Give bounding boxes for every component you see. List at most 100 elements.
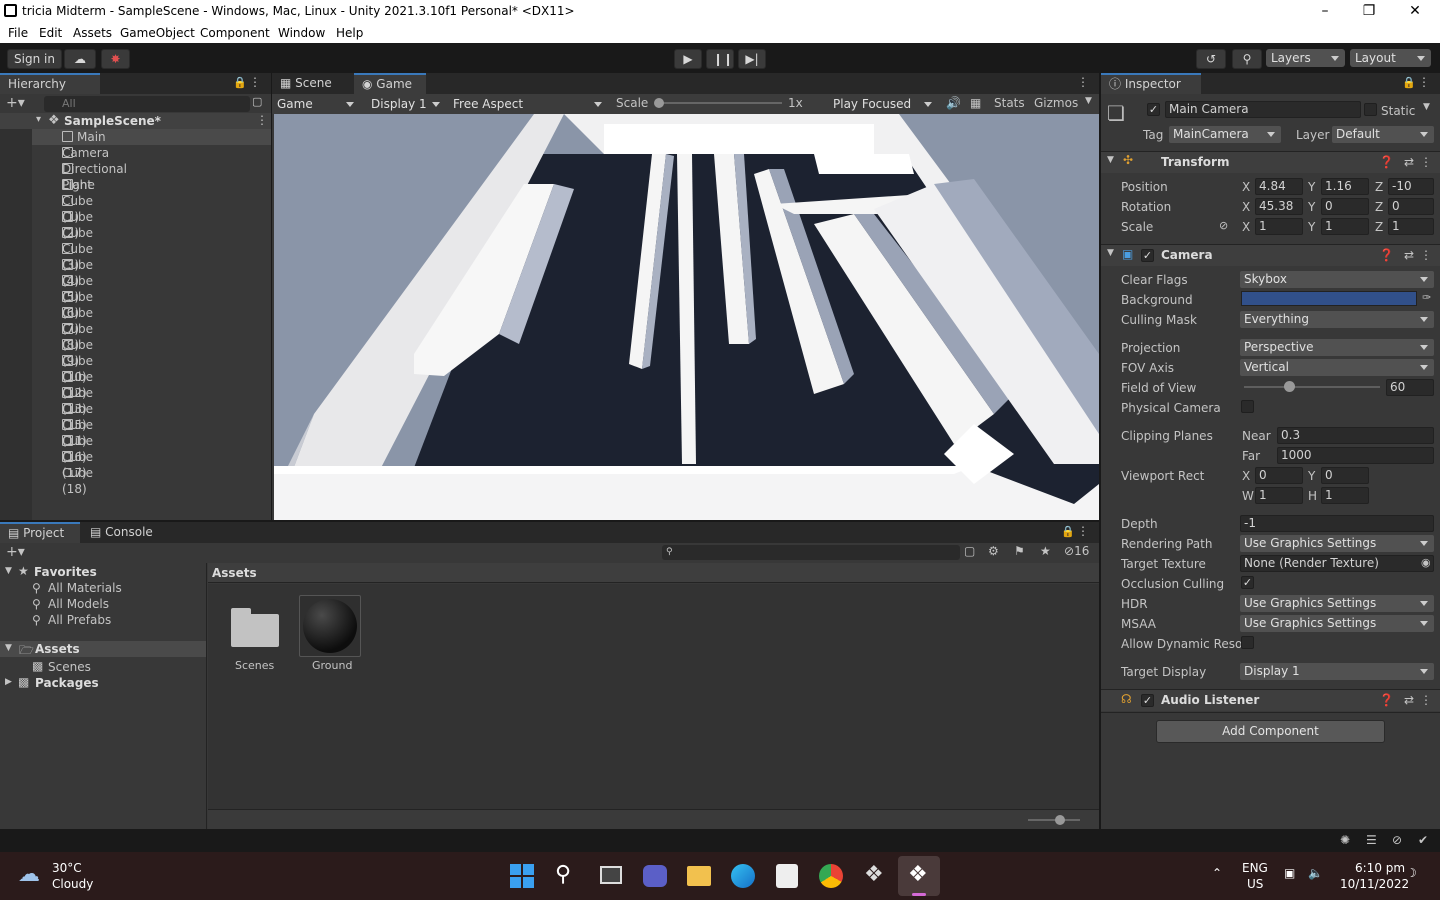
clock-time[interactable]: 6:10 pm bbox=[1355, 861, 1405, 875]
tab-inspector[interactable]: ⓘ Inspector bbox=[1101, 73, 1201, 94]
project-kebab-icon[interactable]: ⋮ bbox=[1077, 524, 1089, 538]
layers-dropdown[interactable]: Layers bbox=[1266, 49, 1345, 67]
breadcrumb-assets[interactable]: Assets bbox=[212, 566, 257, 580]
near-field[interactable]: 0.3 bbox=[1277, 427, 1434, 444]
filter-by-label-icon[interactable]: ⚑ bbox=[1014, 544, 1025, 558]
aspect-dropdown[interactable]: Free Aspect bbox=[448, 95, 608, 113]
tag-dropdown[interactable]: MainCamera bbox=[1169, 126, 1281, 143]
physical-camera-checkbox[interactable] bbox=[1241, 400, 1254, 413]
volume-icon[interactable]: 🔈 bbox=[1308, 866, 1323, 880]
fov-slider-thumb[interactable] bbox=[1283, 381, 1295, 392]
target-display-dropdown[interactable]: Display 1 bbox=[1240, 663, 1434, 680]
rotation-z[interactable]: 0 bbox=[1388, 198, 1434, 215]
layer-dropdown[interactable]: Default bbox=[1332, 126, 1434, 143]
hdr-dropdown[interactable]: Use Graphics Settings bbox=[1240, 595, 1434, 612]
favorite-star-icon[interactable]: ★ bbox=[1040, 544, 1051, 558]
scale-z[interactable]: 1 bbox=[1388, 218, 1434, 235]
inspector-lock-icon[interactable]: 🔒 bbox=[1402, 76, 1416, 89]
presets-icon[interactable]: ⇄ bbox=[1404, 248, 1414, 262]
weather-cloud-icon[interactable]: ☁ bbox=[18, 862, 40, 887]
camera-header[interactable]: ▼ ▣ ✓ Camera ❓ ⇄ ⋮ bbox=[1101, 244, 1440, 266]
projection-dropdown[interactable]: Perspective bbox=[1240, 339, 1434, 356]
hierarchy-item[interactable]: Cube (17) bbox=[62, 433, 93, 480]
language-line1[interactable]: ENG bbox=[1242, 861, 1268, 875]
game-kebab-icon[interactable]: ⋮ bbox=[1077, 75, 1089, 89]
folder-icon[interactable] bbox=[231, 606, 279, 647]
collapse-arrow-icon[interactable]: ▶ bbox=[5, 677, 12, 687]
scale-slider-thumb[interactable] bbox=[654, 98, 664, 108]
expand-arrow-icon[interactable]: ▼ bbox=[5, 643, 12, 653]
hierarchy-item[interactable]: Main Camera bbox=[62, 129, 109, 160]
hierarchy-item[interactable]: Cube (15) bbox=[62, 385, 93, 432]
scene-row[interactable]: ▾ ❖ SampleScene* ⋮ bbox=[0, 113, 271, 129]
clock-date[interactable]: 10/11/2022 bbox=[1340, 877, 1409, 891]
position-z[interactable]: -10 bbox=[1388, 178, 1434, 195]
background-color-swatch[interactable] bbox=[1241, 291, 1417, 306]
transform-header[interactable]: ▼ ✣ Transform ❓ ⇄ ⋮ bbox=[1101, 151, 1440, 173]
assets-row[interactable]: ▼ 🗁 Assets bbox=[0, 641, 206, 657]
clear-flags-dropdown[interactable]: Skybox bbox=[1240, 271, 1434, 288]
target-texture-field[interactable]: None (Render Texture) bbox=[1240, 555, 1434, 572]
scale-y[interactable]: 1 bbox=[1321, 218, 1369, 235]
viewport-x[interactable]: 0 bbox=[1255, 467, 1303, 484]
rotation-y[interactable]: 0 bbox=[1321, 198, 1369, 215]
audio-listener-header[interactable]: ☊ ✓ Audio Listener ❓ ⇄ ⋮ bbox=[1101, 689, 1440, 711]
scenes-folder-label[interactable]: Scenes bbox=[48, 660, 91, 674]
game-render-view[interactable] bbox=[274, 114, 1099, 520]
weather-temp[interactable]: 30°C bbox=[52, 861, 82, 875]
menu-window[interactable]: Window bbox=[278, 26, 325, 40]
restore-icon[interactable]: ❐ bbox=[1346, 0, 1392, 23]
static-arrow-icon[interactable]: ▼ bbox=[1423, 102, 1430, 112]
mute-audio-icon[interactable]: 🔊 bbox=[946, 96, 961, 110]
search-filter-icon[interactable]: ▢ bbox=[252, 95, 262, 108]
kebab-icon[interactable]: ⋮ bbox=[249, 75, 261, 89]
tab-hierarchy[interactable]: Hierarchy bbox=[0, 73, 100, 94]
play-focused-dropdown[interactable]: Play Focused bbox=[828, 95, 938, 113]
hierarchy-search-input[interactable]: All bbox=[44, 96, 250, 112]
play-icon[interactable]: ▶ bbox=[674, 49, 702, 69]
tab-game[interactable]: ◉ Game bbox=[354, 73, 426, 94]
position-y[interactable]: 1.16 bbox=[1321, 178, 1369, 195]
help-icon[interactable]: ❓ bbox=[1379, 248, 1394, 262]
filter-by-type-icon[interactable]: ⚙ bbox=[988, 544, 999, 558]
menu-edit[interactable]: Edit bbox=[39, 26, 62, 40]
tab-scene[interactable]: ▦ Scene bbox=[272, 73, 352, 94]
hierarchy-item[interactable]: Cube (5) bbox=[62, 257, 93, 304]
project-lock-icon[interactable]: 🔒 bbox=[1061, 525, 1075, 538]
dynamic-resolution-checkbox[interactable] bbox=[1241, 636, 1254, 649]
fov-axis-dropdown[interactable]: Vertical bbox=[1240, 359, 1434, 376]
gizmos-button[interactable]: Gizmos bbox=[1034, 96, 1078, 110]
notification-icon[interactable]: ☽ bbox=[1406, 866, 1417, 880]
rendering-path-dropdown[interactable]: Use Graphics Settings bbox=[1240, 535, 1434, 552]
position-x[interactable]: 4.84 bbox=[1255, 178, 1303, 195]
expand-arrow-icon[interactable]: ▼ bbox=[5, 566, 12, 576]
collapse-arrow-icon[interactable]: ▼ bbox=[1107, 155, 1114, 165]
progress-icon[interactable]: ⊘ bbox=[1392, 833, 1402, 847]
menu-file[interactable]: File bbox=[8, 26, 28, 40]
create-add-icon[interactable]: +▾ bbox=[6, 95, 25, 111]
display-dropdown[interactable]: Display 1 bbox=[366, 95, 446, 113]
hierarchy-item[interactable]: Cube (1) bbox=[62, 177, 93, 224]
hierarchy-item[interactable]: Cube (18) bbox=[62, 449, 93, 496]
expand-arrow-icon[interactable]: ▾ bbox=[36, 114, 41, 125]
hierarchy-item[interactable]: Cube (10) bbox=[62, 337, 93, 384]
menu-component[interactable]: Component bbox=[200, 26, 270, 40]
debug-icon[interactable]: ✺ bbox=[1340, 833, 1350, 847]
game-mode-dropdown[interactable]: Game bbox=[272, 95, 360, 113]
menu-gameobject[interactable]: GameObject bbox=[120, 26, 195, 40]
collab-icon[interactable]: ✸ bbox=[101, 49, 130, 69]
menu-help[interactable]: Help bbox=[336, 26, 363, 40]
far-field[interactable]: 1000 bbox=[1277, 447, 1434, 464]
pause-icon[interactable]: ❙❙ bbox=[706, 49, 734, 69]
asset-scenes-label[interactable]: Scenes bbox=[235, 659, 274, 672]
help-icon[interactable]: ❓ bbox=[1379, 693, 1394, 707]
unity-editor-taskbar-item[interactable]: ❖ bbox=[898, 856, 940, 896]
viewport-w[interactable]: 1 bbox=[1255, 487, 1303, 504]
fov-slider-track[interactable] bbox=[1244, 386, 1380, 388]
rotation-x[interactable]: 45.38 bbox=[1255, 198, 1303, 215]
weather-desc[interactable]: Cloudy bbox=[52, 877, 93, 891]
inspector-kebab-icon[interactable]: ⋮ bbox=[1418, 75, 1430, 89]
zoom-slider-track[interactable] bbox=[1028, 819, 1080, 821]
scene-kebab-icon[interactable]: ⋮ bbox=[256, 113, 268, 127]
check-icon[interactable]: ✔ bbox=[1418, 833, 1428, 847]
